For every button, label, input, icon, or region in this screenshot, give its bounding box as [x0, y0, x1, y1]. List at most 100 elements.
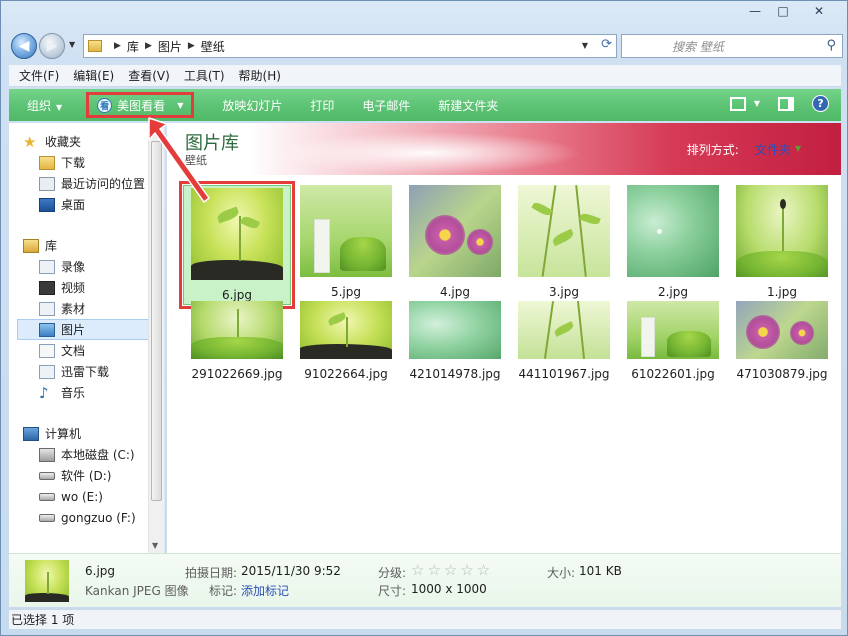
refresh-icon[interactable]: ⟳ [601, 37, 612, 52]
file-item-4[interactable]: 4.jpg [400, 185, 510, 299]
chevron-down-icon[interactable]: ▼ [177, 101, 183, 110]
search-input[interactable]: 搜索 壁纸 ⚲ [621, 34, 843, 58]
minimize-button[interactable]: — [741, 1, 769, 21]
vase-shape [641, 317, 655, 357]
nav-item-label: gongzuo (F:) [61, 510, 136, 525]
scroll-down-icon[interactable]: ▼ [152, 541, 158, 550]
documents-icon [39, 343, 55, 358]
soil-shape [191, 259, 283, 280]
file-list-area: 图片库 壁纸 排列方式: 文件夹 ▼ 6.jpg 5.jpg 4.jpg 3.j… [167, 123, 841, 553]
file-item-1[interactable]: 1.jpg [727, 185, 837, 299]
new-folder-button[interactable]: 新建文件夹 [438, 97, 498, 114]
arrange-by: 排列方式: 文件夹 ▼ [687, 141, 801, 158]
nav-item-label: 迅雷下载 [61, 365, 110, 379]
dimensions-label: 尺寸: [378, 584, 407, 598]
breadcrumb-wallpaper[interactable]: 壁纸 [201, 38, 225, 55]
file-item-61022601[interactable]: 61022601.jpg [618, 301, 728, 381]
back-button[interactable]: ◀ [11, 33, 37, 59]
forward-button[interactable]: ▶ [39, 33, 65, 59]
nav-item-label: 最近访问的位置 [61, 177, 146, 191]
file-item-5[interactable]: 5.jpg [291, 185, 401, 299]
nav-item-label: 录像 [61, 260, 86, 274]
close-button[interactable]: ✕ [797, 1, 841, 21]
organize-button[interactable]: 组织 ▼ [27, 97, 62, 114]
nav-item-label: 文档 [61, 344, 86, 358]
star-icon: ★ [23, 132, 37, 151]
email-button[interactable]: 电子邮件 [362, 97, 410, 114]
file-item-291022669[interactable]: 291022669.jpg [182, 301, 292, 381]
file-item-471030879[interactable]: 471030879.jpg [727, 301, 837, 381]
vase-shape [314, 219, 330, 273]
moss-shape [191, 337, 283, 359]
nav-item-thunder-downloads[interactable]: 迅雷下载 [39, 361, 163, 382]
print-button[interactable]: 打印 [310, 97, 334, 114]
nav-item-downloads[interactable]: 下载 [39, 152, 145, 173]
libraries-group: 库 录像 视频 素材 图片 文档 迅雷下载 ♪ 音乐 [17, 235, 163, 403]
nav-item-label: 桌面 [61, 198, 86, 212]
nav-item-videos[interactable]: 视频 [39, 277, 163, 298]
chevron-right-icon[interactable]: ▶ [145, 41, 152, 51]
nav-item-label: 音乐 [61, 386, 86, 400]
add-tag-link[interactable]: 添加标记 [241, 582, 289, 599]
computer-icon [23, 426, 39, 441]
nav-drive-c[interactable]: 本地磁盘 (C:) [39, 444, 136, 465]
change-view-icon[interactable] [729, 96, 746, 111]
file-item-421014978[interactable]: 421014978.jpg [400, 301, 510, 381]
arrange-by-dropdown[interactable]: 文件夹 [755, 141, 791, 158]
thumbnail-flower-image [409, 185, 501, 277]
breadcrumb-library[interactable]: 库 [127, 38, 139, 55]
flower-shape [467, 229, 493, 255]
chevron-right-icon[interactable]: ▶ [114, 41, 121, 51]
breadcrumb-pictures[interactable]: 图片 [158, 38, 182, 55]
menu-file[interactable]: 文件(F) [19, 67, 59, 84]
recent-pages-dropdown-icon[interactable]: ▼ [69, 40, 75, 49]
address-bar[interactable]: ▶ 库 ▶ 图片 ▶ 壁纸 ▼ ⟳ [83, 34, 617, 58]
menu-help[interactable]: 帮助(H) [239, 67, 281, 84]
nav-computer[interactable]: 计算机 [23, 423, 136, 444]
bud-shape [780, 199, 786, 209]
nav-libraries[interactable]: 库 [23, 235, 163, 256]
nav-item-documents[interactable]: 文档 [39, 340, 163, 361]
chevron-right-icon[interactable]: ▶ [188, 41, 195, 51]
nav-drive-f[interactable]: gongzuo (F:) [39, 507, 136, 528]
search-icon[interactable]: ⚲ [826, 38, 836, 53]
file-item-3[interactable]: 3.jpg [509, 185, 619, 299]
nav-item-music[interactable]: ♪ 音乐 [39, 382, 163, 403]
leaf-shape [579, 211, 601, 227]
slideshow-button[interactable]: 放映幻灯片 [222, 97, 282, 114]
file-item-441101967[interactable]: 441101967.jpg [509, 301, 619, 381]
nav-favorites-label: 收藏夹 [45, 135, 82, 149]
nav-favorites[interactable]: ★ 收藏夹 [23, 131, 145, 152]
thumbnail-leaves-wide-image [518, 301, 610, 359]
chevron-down-icon[interactable]: ▼ [754, 99, 760, 108]
nav-item-label: wo (E:) [61, 489, 103, 504]
menu-tools[interactable]: 工具(T) [184, 67, 225, 84]
chevron-down-icon: ▼ [56, 102, 63, 112]
file-item-91022664[interactable]: 91022664.jpg [291, 301, 401, 381]
nav-item-materials[interactable]: 素材 [39, 298, 163, 319]
maximize-button[interactable]: □ [769, 1, 797, 21]
downloads-folder-icon [39, 155, 55, 170]
preview-pane-icon[interactable] [778, 96, 794, 111]
file-name: 5.jpg [330, 285, 362, 299]
nav-item-desktop[interactable]: 桌面 [39, 194, 145, 215]
library-folder-icon [39, 301, 55, 316]
chevron-down-icon[interactable]: ▼ [795, 144, 801, 158]
nav-item-label: 本地磁盘 (C:) [61, 448, 135, 462]
nav-item-recent-places[interactable]: 最近访问的位置 [39, 173, 145, 194]
date-taken-label: 拍摄日期: [185, 566, 238, 580]
menu-edit[interactable]: 编辑(E) [73, 67, 114, 84]
rating-stars-icon[interactable]: ☆☆☆☆☆ [411, 561, 493, 579]
nav-drive-d[interactable]: 软件 (D:) [39, 465, 136, 486]
file-item-2[interactable]: 2.jpg [618, 185, 728, 299]
menu-view[interactable]: 查看(V) [128, 67, 170, 84]
stem-shape [575, 185, 587, 277]
organize-label: 组织 [27, 98, 52, 113]
thumbnail-leaf-wide-image [409, 301, 501, 359]
nav-item-recordings[interactable]: 录像 [39, 256, 163, 277]
help-icon[interactable]: ? [812, 95, 829, 112]
nav-drive-e[interactable]: wo (E:) [39, 486, 136, 507]
address-dropdown-icon[interactable]: ▼ [582, 41, 588, 50]
nav-item-pictures[interactable]: 图片 [17, 319, 163, 340]
thumbnail-leaf-closeup-image [627, 185, 719, 277]
